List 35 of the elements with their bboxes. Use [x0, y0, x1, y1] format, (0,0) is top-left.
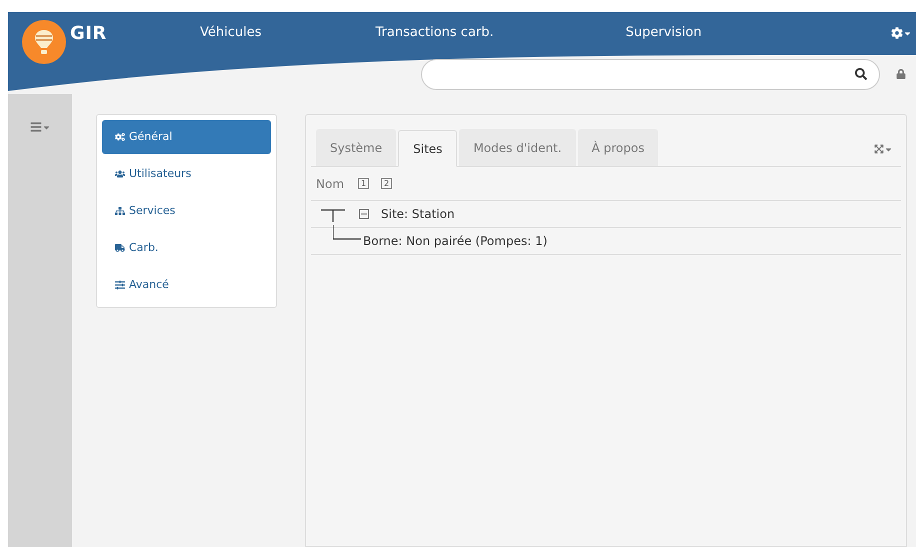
sitemap-icon: [115, 206, 125, 216]
tree-node-label[interactable]: Site: Station: [381, 205, 455, 223]
level-button[interactable]: 1: [358, 178, 370, 189]
users-icon: [115, 169, 125, 179]
menu-item[interactable]: Services: [102, 194, 271, 228]
gears-icon: [115, 132, 125, 142]
gear-icon: [891, 27, 903, 39]
expand-button[interactable]: [874, 144, 893, 154]
menu-item[interactable]: Général: [102, 120, 271, 154]
tab[interactable]: Système: [316, 129, 396, 166]
column-header: Nom: [316, 176, 344, 192]
nav-link[interactable]: Transactions carb.: [376, 23, 494, 43]
level-button[interactable]: 2: [381, 178, 392, 189]
tab[interactable]: À propos: [578, 129, 658, 166]
truck-icon: [115, 243, 125, 253]
tree-node-label[interactable]: Borne: Non pairée (Pompes: 1): [363, 232, 548, 250]
nav-link[interactable]: Véhicules: [200, 23, 262, 43]
settings-button[interactable]: [891, 27, 912, 39]
expand-icon: [874, 144, 884, 154]
tab[interactable]: Modes d'ident.: [459, 129, 576, 166]
balloon-icon: [34, 29, 54, 55]
menu-item[interactable]: Utilisateurs: [102, 157, 271, 191]
logo: GIR: [70, 22, 108, 46]
search-field[interactable]: [421, 58, 880, 90]
lock-icon[interactable]: [896, 69, 906, 79]
menu-icon: [30, 121, 42, 133]
minus-icon: [361, 211, 367, 217]
menu-item[interactable]: Avancé: [102, 268, 271, 302]
menu-item[interactable]: Carb.: [102, 231, 271, 265]
collapse-toggle[interactable]: [359, 209, 369, 219]
tab[interactable]: Sites: [398, 130, 458, 167]
sliders-icon: [115, 280, 125, 290]
nav-link[interactable]: Supervision: [626, 23, 702, 43]
menu-button[interactable]: [30, 121, 50, 133]
search-icon[interactable]: [855, 68, 867, 80]
